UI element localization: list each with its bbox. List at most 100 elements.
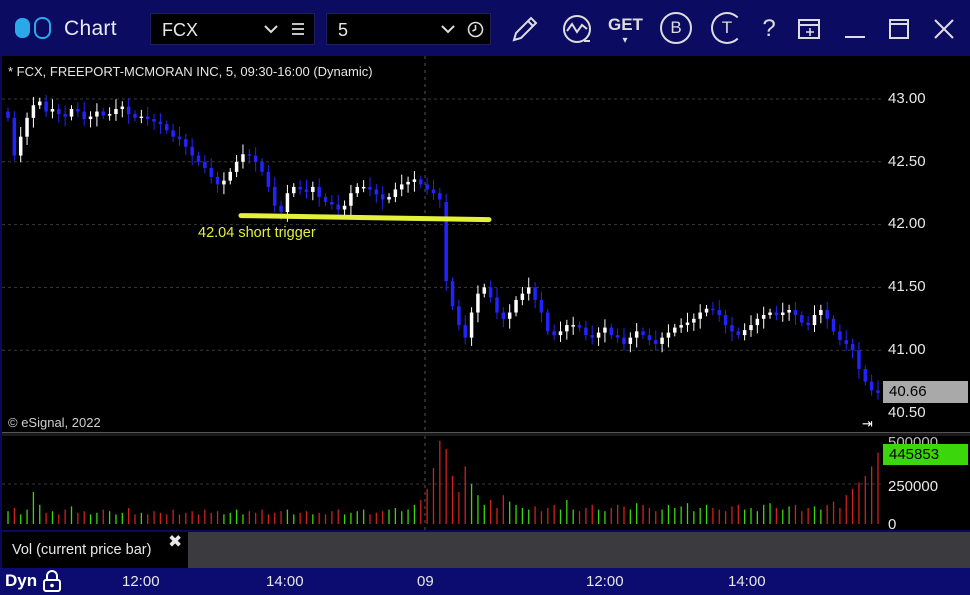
candle-body <box>774 312 779 316</box>
candle-body <box>69 109 74 117</box>
candle-body <box>780 312 785 316</box>
dyn-label[interactable]: Dyn <box>5 571 37 591</box>
price-chart[interactable] <box>2 56 881 432</box>
candle-body <box>101 111 106 116</box>
time-axis-label: 12:00 <box>586 573 624 590</box>
price-axis-label: 41.00 <box>888 341 926 358</box>
candle-body <box>698 312 702 319</box>
interval-input[interactable]: 5 <box>326 13 491 45</box>
toggle-icon[interactable] <box>14 17 52 39</box>
volume-axis-label: 250000 <box>888 478 939 495</box>
clock-icon[interactable] <box>467 21 484 38</box>
edit-icon[interactable] <box>792 12 826 46</box>
candle-body <box>285 193 290 213</box>
price-axis-label: 42.50 <box>888 153 926 170</box>
b-icon[interactable]: B <box>660 12 692 44</box>
candle-body <box>704 308 709 313</box>
candle-body <box>609 327 614 336</box>
candle-body <box>641 331 645 336</box>
candle-body <box>31 105 36 118</box>
interval-value: 5 <box>338 20 349 40</box>
candle-body <box>171 130 175 137</box>
candle-body <box>457 306 461 326</box>
candle-body <box>76 109 80 112</box>
candle-body <box>234 161 239 172</box>
close-study-icon[interactable]: ✖ <box>168 532 182 552</box>
candle-body <box>292 186 296 194</box>
candle-body <box>184 139 188 147</box>
candle-body <box>806 322 810 326</box>
volume-axis[interactable]: 500000 445853 250000 0 <box>881 434 970 533</box>
price-axis[interactable]: 43.00 42.50 42.00 41.50 41.00 40.50 40.6… <box>881 56 970 436</box>
candle-body <box>558 331 563 336</box>
candle-body <box>533 287 537 300</box>
candle-body <box>736 331 741 336</box>
candle-body <box>476 293 480 313</box>
candle-body <box>120 106 125 110</box>
study-legend[interactable]: Vol (current price bar) ✖ <box>2 532 188 568</box>
candle-body <box>247 154 252 156</box>
candle-body <box>266 171 271 187</box>
candle-body <box>825 310 829 319</box>
copyright-text: © eSignal, 2022 <box>8 415 101 430</box>
candle-body <box>38 101 42 106</box>
candle-body <box>742 330 747 336</box>
candle-body <box>342 205 347 210</box>
get-icon[interactable]: GET ▾ <box>608 12 643 46</box>
candle-body <box>876 390 880 393</box>
volume-pane[interactable] <box>2 436 881 530</box>
candle-body <box>615 335 620 338</box>
chevron-down-icon[interactable] <box>263 21 279 37</box>
maximize-icon[interactable] <box>882 12 916 46</box>
candle-body <box>304 189 309 192</box>
study-icon[interactable] <box>560 12 594 46</box>
volume-axis-label: 0 <box>888 516 897 533</box>
candle-body <box>260 161 264 172</box>
time-axis-label: 09 <box>417 573 434 590</box>
candle-body <box>63 114 67 117</box>
candle-body <box>539 299 544 313</box>
candle-body <box>177 136 182 140</box>
close-icon[interactable] <box>927 12 961 46</box>
toolbar: Chart FCX 5 GET ▾ B T ? <box>0 0 970 56</box>
symbol-input[interactable]: FCX <box>150 13 315 45</box>
candle-body <box>546 312 550 332</box>
candle-body <box>520 293 525 300</box>
candle-body <box>215 176 220 185</box>
candle-body <box>711 308 715 311</box>
menu-icon[interactable] <box>291 22 305 36</box>
candle-body <box>95 111 99 117</box>
candle-body <box>279 205 283 213</box>
candle-body <box>412 179 417 182</box>
candle-body <box>507 312 512 319</box>
candle-body <box>514 299 518 313</box>
t-icon[interactable]: T <box>711 12 743 44</box>
candle-body <box>755 318 760 326</box>
candle-body <box>666 332 671 338</box>
candle-body <box>501 312 506 319</box>
candle-body <box>787 310 791 313</box>
pencil-icon[interactable] <box>508 12 542 46</box>
candle-body <box>419 179 423 185</box>
price-pane[interactable]: * FCX, FREEPORT-MCMORAN INC, 5, 09:30-16… <box>2 56 881 432</box>
time-axis[interactable]: Dyn 12:00 14:00 09 12:00 14:00 <box>0 568 970 595</box>
candle-body <box>241 154 245 162</box>
lock-icon[interactable] <box>42 570 62 592</box>
study-legend-label: Vol (current price bar) <box>12 542 152 558</box>
candle-body <box>57 109 61 115</box>
candle-body <box>82 111 86 120</box>
candle-body <box>850 343 855 351</box>
help-icon[interactable]: ? <box>752 12 786 46</box>
candle-body <box>44 101 48 112</box>
candle-body <box>469 312 474 338</box>
go-to-end-icon[interactable]: ⇥ <box>862 416 873 432</box>
candle-body <box>399 184 404 190</box>
candle-body <box>406 181 410 185</box>
candle-body <box>730 325 734 332</box>
volume-chart[interactable] <box>2 436 881 530</box>
window-title: Chart <box>64 17 117 40</box>
candle-body <box>380 194 385 200</box>
candle-body <box>355 186 360 194</box>
minimize-icon[interactable] <box>838 12 872 46</box>
chevron-down-icon[interactable] <box>440 21 456 37</box>
